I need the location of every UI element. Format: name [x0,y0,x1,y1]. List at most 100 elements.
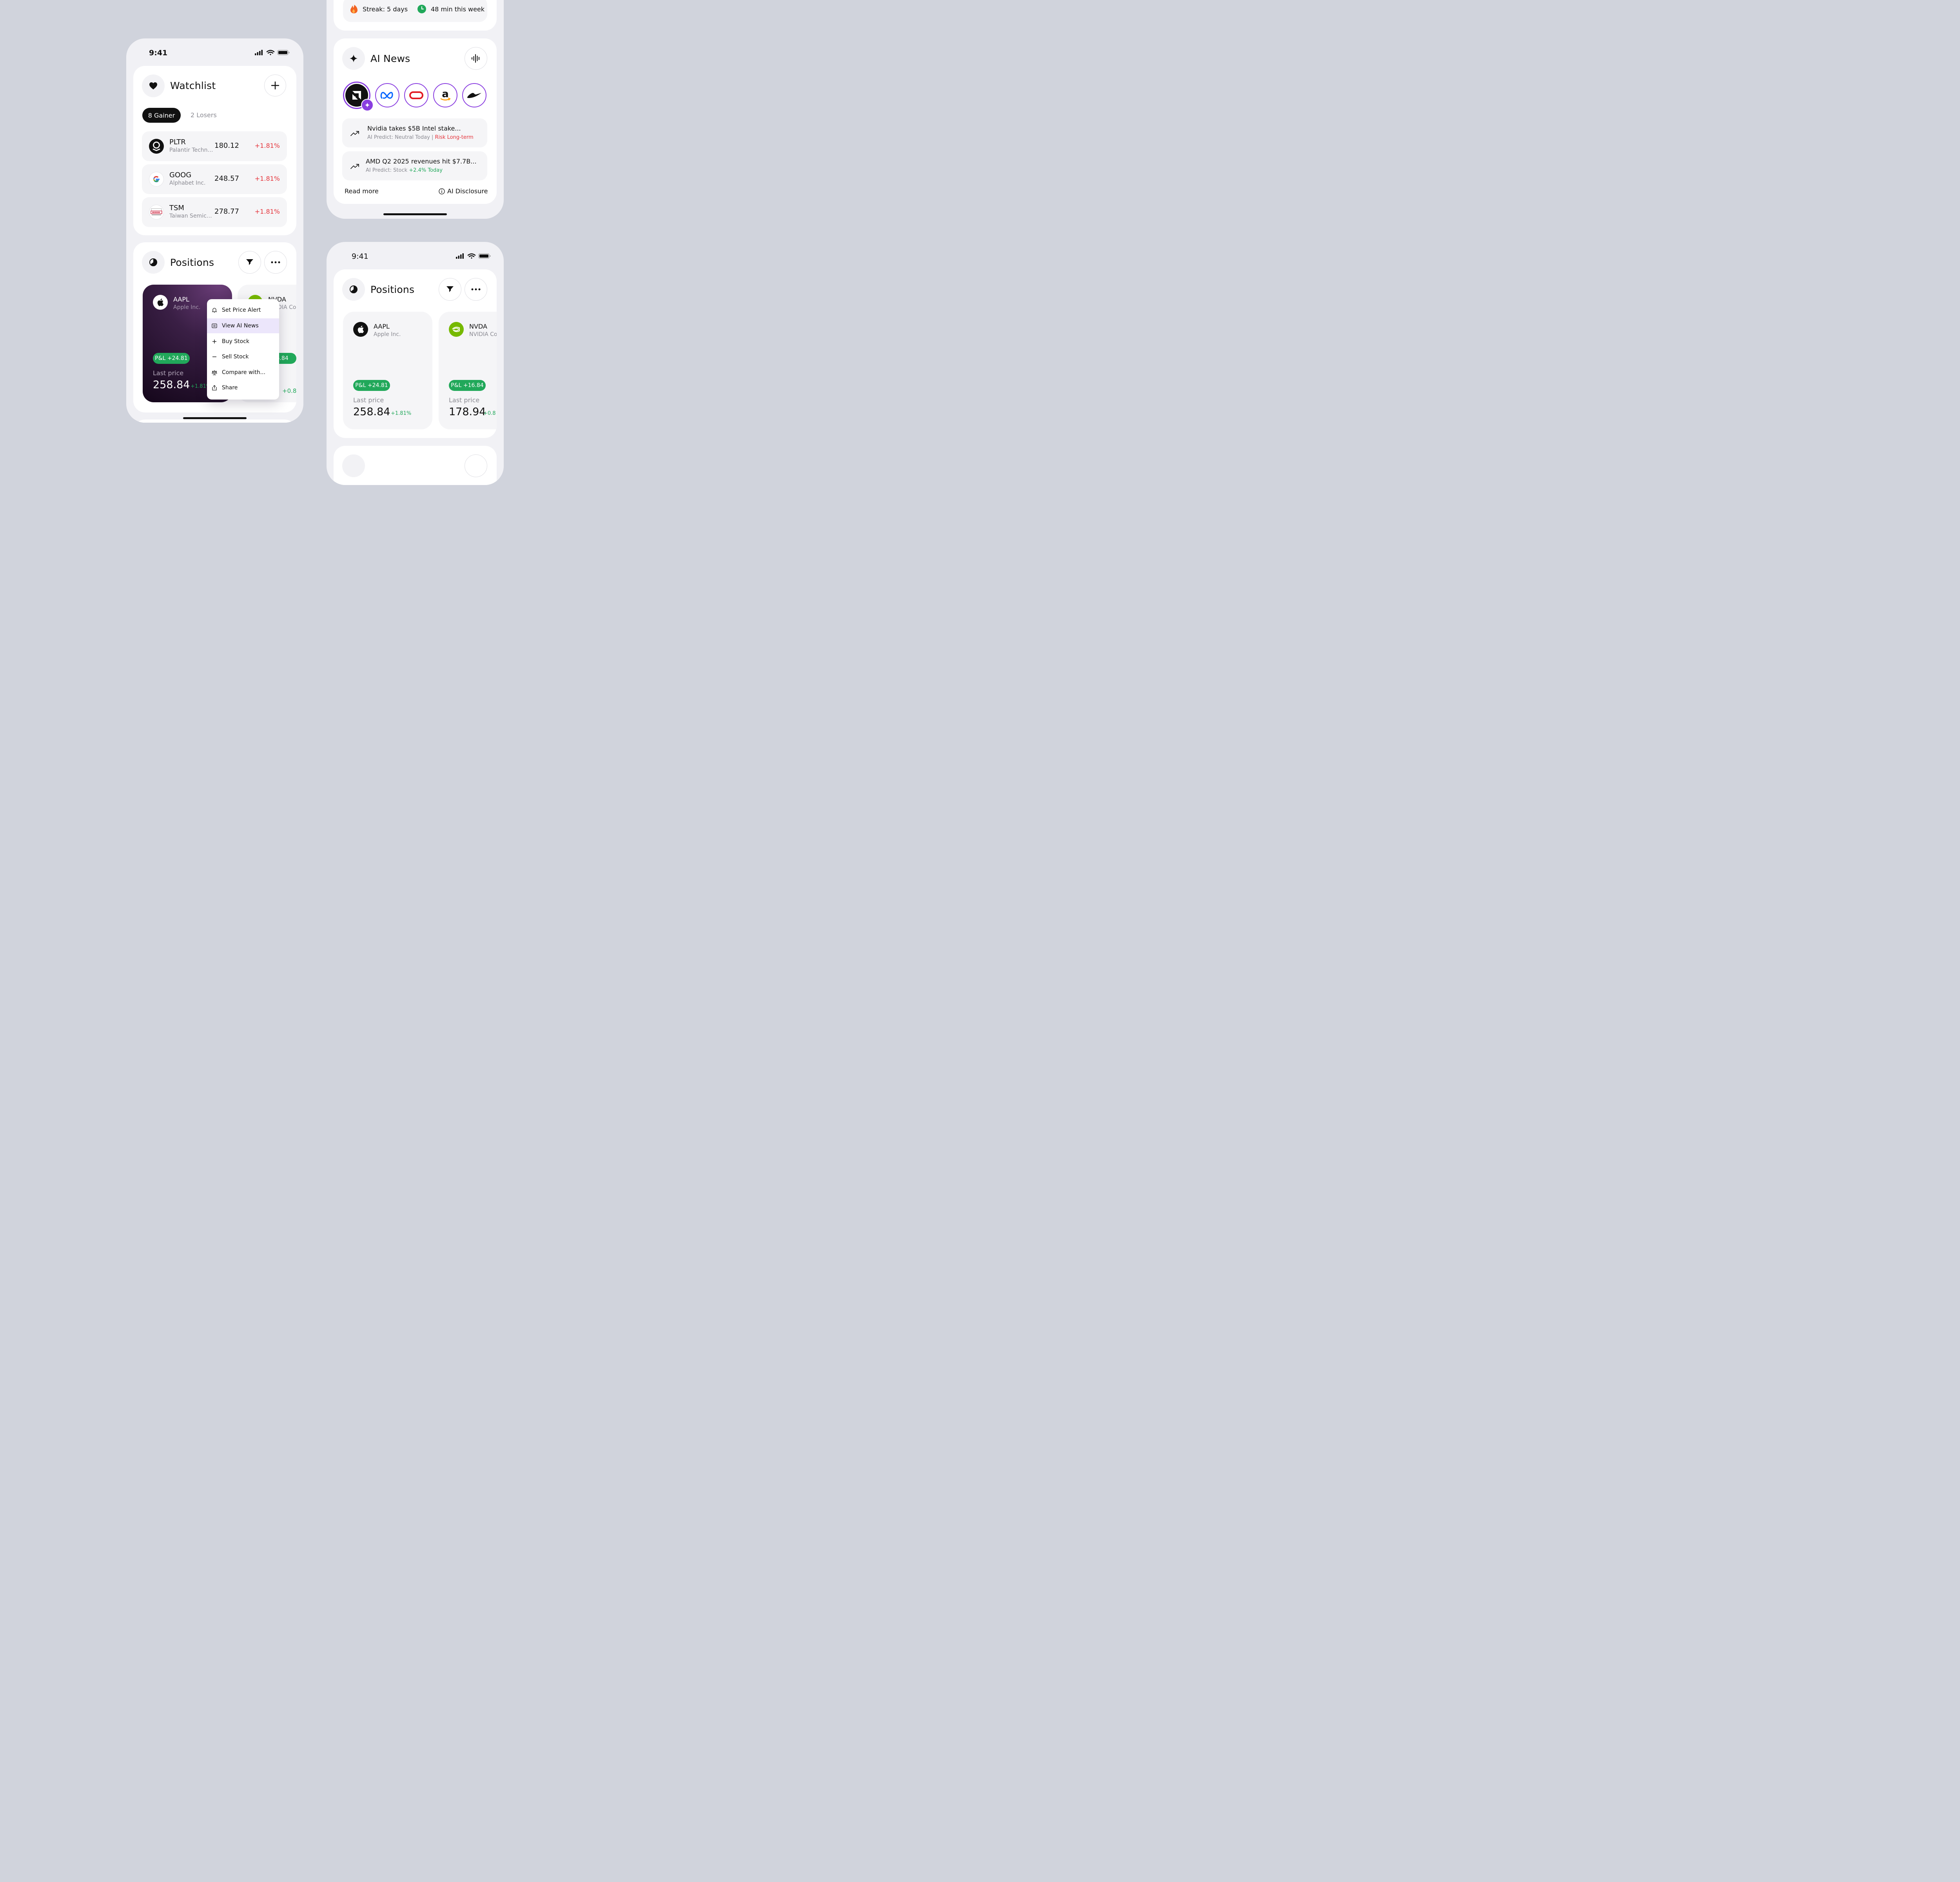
news-headline: Nvidia takes $5B Intel stake... [367,125,461,132]
plus-icon [207,339,222,344]
price: 278.77 [214,207,239,216]
status-icons [456,253,492,261]
story-nike[interactable] [462,83,486,107]
battery-icon [478,253,491,259]
last-price: 258.84 [353,406,390,418]
ticker: GOOG [169,171,192,179]
menu-item-compare[interactable]: Compare with... [207,365,279,380]
menu-item-buy-stock[interactable]: Buy Stock [207,334,279,349]
tab-losers[interactable]: 2 Losers [191,111,217,119]
pnl-text: P&L +24.81 [155,355,188,362]
story-meta[interactable] [375,83,399,107]
change: +1.81% [254,208,280,215]
next-card-peek [133,420,296,423]
streak-card: Streak: 5 days 48 min this week [334,0,497,31]
story-amazon[interactable]: a [433,83,457,107]
more-button[interactable] [264,251,287,274]
share-icon [207,385,222,391]
company-name: Palantir Techno... [169,147,213,153]
menu-label: Buy Stock [222,338,249,345]
pnl-badge: P&L +24.81 [153,353,190,364]
clock-icon [417,5,426,13]
menu-item-view-ai-news[interactable]: View AI News [207,318,279,333]
predict-prefix: AI Predict: Stock [366,167,409,173]
watchlist-row[interactable]: TSM Taiwan Semico... 278.77 +1.81% [142,197,287,227]
company-name: Taiwan Semico... [169,213,213,219]
watchlist-card: Watchlist 8 Gainer 2 Losers PLTR Palanti… [133,66,296,235]
home-indicator [183,417,247,419]
watchlist-title: Watchlist [170,80,216,91]
meta-logo [380,92,393,99]
last-price: 178.94 [449,406,486,418]
scale-icon [207,370,222,375]
menu-label: Set Price Alert [222,307,261,313]
nike-logo [467,93,481,98]
apple-logo [153,295,168,310]
ai-news-card: AI News a Nvidia takes $5B Intel stake..… [334,38,497,204]
google-logo [149,172,164,187]
change: +0.8 [282,387,296,394]
pnl-badge: P&L +16.84 [449,380,486,391]
streak-text: Streak: 5 days [363,5,408,13]
status-time: 9:41 [352,252,368,261]
svg-text:a: a [442,89,449,100]
palantir-logo [149,139,164,154]
filter-icon [246,259,253,265]
info-icon [439,188,445,194]
change: +1.81% [391,411,412,416]
voice-button[interactable] [465,47,487,70]
news-item[interactable]: AMD Q2 2025 revenues hit $7.7B... AI Pre… [342,151,487,180]
news-item[interactable]: Nvidia takes $5B Intel stake... AI Predi… [342,118,487,147]
tab-gainers[interactable]: 8 Gainer [142,108,181,123]
filter-button[interactable] [439,278,461,301]
pie-chart-icon [342,278,365,301]
price: 180.12 [214,142,239,150]
bell-icon [207,307,222,313]
company-name: Apple Inc. [173,304,201,311]
menu-label: Compare with... [222,369,266,376]
phone-positions: 9:41 Positions AAPL Apple Inc. P&L +24.8… [327,242,504,485]
position-card-nvda[interactable]: NVDA NVIDIA Co P&L +16.84 Last price 178… [439,312,497,429]
watchlist-row[interactable]: GOOG Alphabet Inc. 248.57 +1.81% [142,164,287,194]
positions-card: Positions AAPL Apple Inc. P&L +24.81 Las… [334,269,497,438]
trend-up-icon [350,164,359,169]
wifi-icon [467,253,476,259]
add-button[interactable] [264,74,286,96]
tsmc-logo [149,205,164,220]
predict-highlight: +2.4% Today [409,167,443,173]
pnl-text: P&L +24.81 [355,382,388,389]
peek-button[interactable] [465,454,487,477]
menu-item-set-price-alert[interactable]: Set Price Alert [207,303,279,318]
ticker: AAPL [173,296,189,303]
news-predict: AI Predict: Neutral Today | Risk Long-te… [367,134,474,140]
audio-wave-icon [472,54,479,63]
heart-icon [142,74,165,97]
news-headline: AMD Q2 2025 revenues hit $7.7B... [366,158,477,165]
menu-label: View AI News [222,323,259,329]
story-oracle[interactable] [404,83,428,107]
positions-title: Positions [170,257,214,268]
company-name: Alphabet Inc. [169,180,206,186]
ticker: NVDA [469,323,487,330]
more-button[interactable] [465,278,487,301]
home-indicator [383,213,447,215]
fire-icon [342,454,365,477]
newspaper-icon [207,323,222,328]
menu-label: Sell Stock [222,354,249,360]
change: +0.8 [483,411,496,416]
oracle-logo [409,91,423,99]
wifi-icon [266,50,275,55]
ai-disclosure-link[interactable]: AI Disclosure [439,187,488,195]
phone-watchlist: 9:41 Watchlist 8 Gainer 2 Losers PLTR Pa… [126,38,303,423]
menu-item-sell-stock[interactable]: Sell Stock [207,349,279,364]
watchlist-row[interactable]: PLTR Palantir Techno... 180.12 +1.81% [142,131,287,161]
filter-button[interactable] [238,251,261,274]
status-time: 9:41 [149,49,168,57]
ai-news-title: AI News [370,53,410,64]
read-more-link[interactable]: Read more [345,187,379,195]
pnl-text: P&L +16.84 [451,382,484,389]
last-price-label: Last price [153,369,184,377]
position-card-aapl[interactable]: AAPL Apple Inc. P&L +24.81 Last price 25… [343,312,432,429]
last-price-label: Last price [353,396,384,404]
menu-item-share[interactable]: Share [207,380,279,395]
